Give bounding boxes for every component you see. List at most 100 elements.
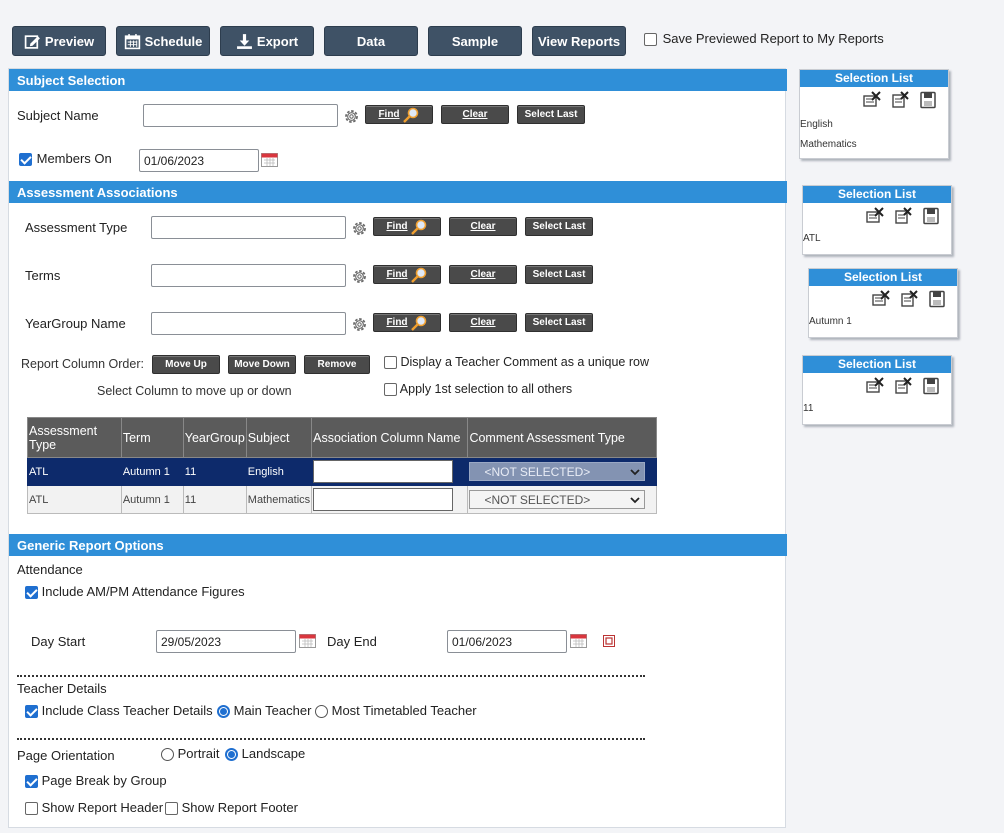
most-timetabled-radio[interactable] <box>315 705 328 719</box>
delete-selected-icon[interactable] <box>899 290 919 308</box>
show-header-checkbox[interactable] <box>25 802 38 816</box>
members-on-checkbox[interactable] <box>19 153 32 167</box>
move-up-button[interactable]: Move Up <box>152 355 220 374</box>
clear-list-icon[interactable] <box>862 91 882 109</box>
data-button[interactable]: Data <box>324 26 418 56</box>
page-break-option[interactable]: Page Break by Group <box>25 773 167 789</box>
save-icon[interactable] <box>927 290 947 308</box>
page-break-checkbox[interactable] <box>25 775 38 789</box>
day-start-input[interactable]: 29/05/2023 <box>156 630 296 653</box>
delete-selected-icon[interactable] <box>890 91 910 109</box>
include-ampm-option[interactable]: Include AM/PM Attendance Figures <box>25 584 245 600</box>
gear-icon[interactable] <box>351 316 368 333</box>
apply-first-checkbox[interactable] <box>384 383 397 397</box>
column-header[interactable]: Comment Assessment Type <box>467 417 657 458</box>
column-header[interactable]: Term <box>120 417 184 458</box>
association-name-input[interactable] <box>313 488 454 511</box>
list-item[interactable]: Autumn 1 <box>809 312 957 332</box>
report-options-panel: Subject Selection Subject Name Find Clea… <box>8 68 787 828</box>
table-row[interactable]: ATL Autumn 1 11 English <NOT SELECTED> <box>27 457 657 486</box>
landscape-option[interactable]: Landscape <box>225 746 305 762</box>
move-down-button[interactable]: Move Down <box>228 355 296 374</box>
delete-selected-icon[interactable] <box>893 207 913 225</box>
include-ampm-checkbox[interactable] <box>25 586 38 600</box>
delete-selected-icon[interactable] <box>893 377 913 395</box>
save-previewed-checkbox[interactable] <box>644 33 657 47</box>
calendar-icon[interactable] <box>570 633 587 648</box>
page-break-label: Page Break by Group <box>41 773 167 788</box>
main-teacher-radio[interactable] <box>217 705 230 719</box>
clear-list-icon[interactable] <box>865 377 885 395</box>
members-on-label: Members On <box>36 151 112 166</box>
selection-list-title: Selection List <box>803 356 951 373</box>
calendar-icon[interactable] <box>261 152 278 167</box>
show-footer-option[interactable]: Show Report Footer <box>165 800 298 816</box>
selection-list-title: Selection List <box>803 186 951 203</box>
teacher-comment-option[interactable]: Display a Teacher Comment as a unique ro… <box>384 355 649 370</box>
subject-name-input[interactable] <box>143 104 338 127</box>
portrait-option[interactable]: Portrait <box>161 746 220 762</box>
assessment-type-clear-button[interactable]: Clear <box>449 217 517 236</box>
save-previewed-option[interactable]: Save Previewed Report to My Reports <box>644 31 884 47</box>
clear-list-icon[interactable] <box>871 290 891 308</box>
include-class-teacher-checkbox[interactable] <box>25 705 38 719</box>
list-item[interactable]: ATL <box>803 229 951 249</box>
gear-icon[interactable] <box>351 220 368 237</box>
day-end-input[interactable]: 01/06/2023 <box>447 630 567 653</box>
list-item[interactable]: Mathematics <box>800 135 948 155</box>
assessment-type-input[interactable] <box>151 216 346 239</box>
cell-term: Autumn 1 <box>120 457 184 486</box>
assessment-type-select-last-button[interactable]: Select Last <box>525 217 593 236</box>
assessment-type-find-button[interactable]: Find <box>373 217 441 236</box>
column-header[interactable]: Subject <box>245 417 313 458</box>
subject-select-last-button[interactable]: Select Last <box>517 105 585 124</box>
sample-button[interactable]: Sample <box>428 26 522 56</box>
view-reports-button[interactable]: View Reports <box>532 26 626 56</box>
day-start-label: Day Start <box>31 634 86 649</box>
members-on-date-input[interactable]: 01/06/2023 <box>139 149 259 172</box>
association-name-input[interactable] <box>313 460 454 483</box>
gear-icon[interactable] <box>343 108 360 125</box>
comment-type-select[interactable]: <NOT SELECTED> <box>469 462 646 481</box>
main-teacher-option[interactable]: Main Teacher <box>217 703 311 719</box>
calendar-icon[interactable] <box>299 633 316 648</box>
subject-find-button[interactable]: Find <box>365 105 433 124</box>
column-header[interactable]: Assessment Type <box>27 417 122 458</box>
gear-icon[interactable] <box>351 268 368 285</box>
minimize-icon[interactable] <box>603 635 615 647</box>
save-icon[interactable] <box>921 377 941 395</box>
teacher-comment-checkbox[interactable] <box>384 356 397 370</box>
comment-type-select[interactable]: <NOT SELECTED> <box>469 490 646 509</box>
list-item[interactable]: English <box>800 115 948 135</box>
landscape-radio[interactable] <box>225 748 238 762</box>
export-button[interactable]: Export <box>220 26 314 56</box>
clear-list-icon[interactable] <box>865 207 885 225</box>
terms-input[interactable] <box>151 264 346 287</box>
magnifier-icon <box>410 267 426 283</box>
yeargroup-select-last-button[interactable]: Select Last <box>525 313 593 332</box>
table-row[interactable]: ATL Autumn 1 11 Mathematics <NOT SELECTE… <box>27 485 657 514</box>
apply-first-option[interactable]: Apply 1st selection to all others <box>384 382 572 397</box>
schedule-button[interactable]: Schedule <box>116 26 210 56</box>
yeargroup-name-input[interactable] <box>151 312 346 335</box>
subject-clear-button[interactable]: Clear <box>441 105 509 124</box>
terms-find-button[interactable]: Find <box>373 265 441 284</box>
save-icon[interactable] <box>921 207 941 225</box>
most-timetabled-label: Most Timetabled Teacher <box>331 703 477 718</box>
column-header[interactable]: YearGroup <box>182 417 247 458</box>
show-header-option[interactable]: Show Report Header <box>25 800 163 816</box>
terms-select-last-button[interactable]: Select Last <box>525 265 593 284</box>
terms-clear-button[interactable]: Clear <box>449 265 517 284</box>
show-footer-checkbox[interactable] <box>165 802 178 816</box>
remove-button[interactable]: Remove <box>304 355 370 374</box>
members-on-option[interactable]: Members On <box>19 151 112 167</box>
list-item[interactable]: 11 <box>803 399 951 419</box>
save-icon[interactable] <box>918 91 938 109</box>
most-timetabled-option[interactable]: Most Timetabled Teacher <box>315 703 477 719</box>
portrait-radio[interactable] <box>161 748 174 762</box>
yeargroup-clear-button[interactable]: Clear <box>449 313 517 332</box>
column-header[interactable]: Association Column Name <box>311 417 469 458</box>
include-class-teacher-option[interactable]: Include Class Teacher Details <box>25 703 213 719</box>
yeargroup-find-button[interactable]: Find <box>373 313 441 332</box>
preview-button[interactable]: Preview <box>12 26 106 56</box>
